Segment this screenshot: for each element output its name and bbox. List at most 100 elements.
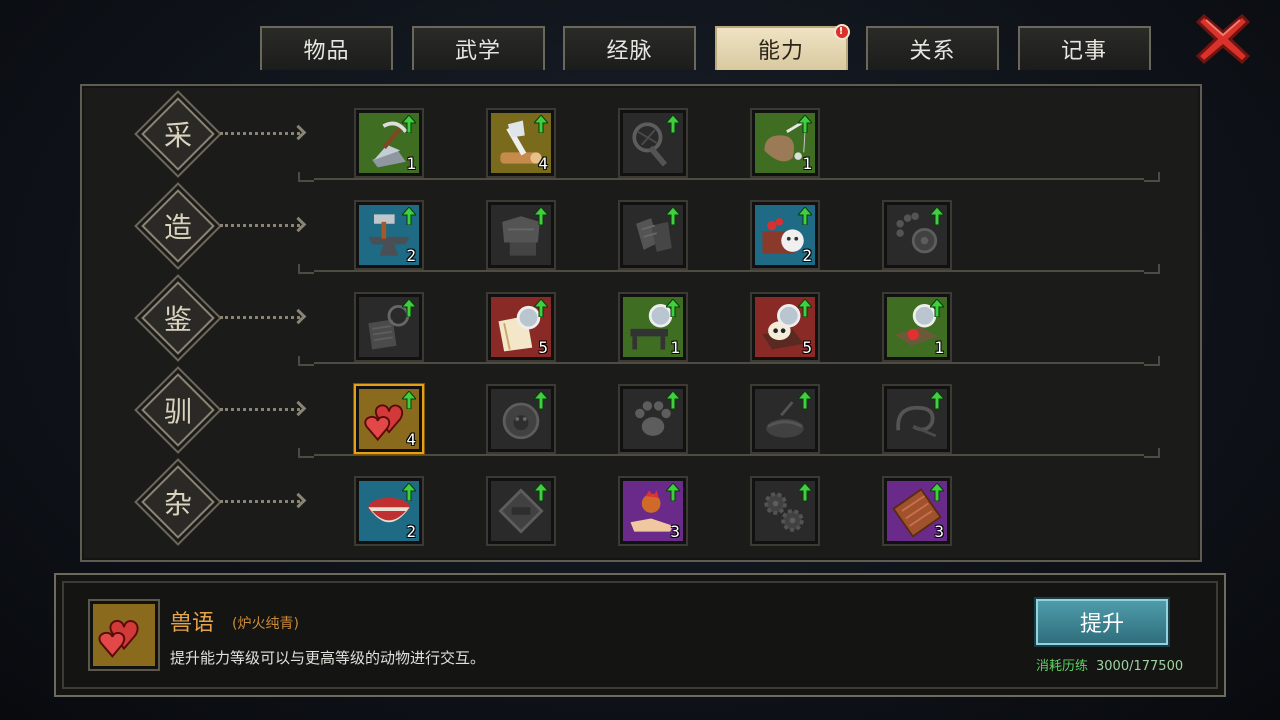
upgrade-arrow-icon — [928, 298, 946, 318]
upgrade-arrow-icon — [400, 114, 418, 134]
bench-magnifier-icon: 1 — [623, 297, 683, 357]
skill-level: 2 — [802, 246, 812, 265]
tab-label: 武学 — [454, 39, 501, 64]
mining-pickaxe-icon: 1 — [359, 113, 419, 173]
skill-level: 2 — [406, 246, 416, 265]
skill-slot[interactable] — [750, 476, 820, 546]
ability-row-3: 驯4 — [82, 368, 1200, 460]
skill-level: 1 — [934, 338, 944, 357]
tailoring-icon — [491, 205, 551, 265]
dotted-arrow — [220, 408, 300, 414]
upgrade-arrow-icon — [532, 482, 550, 502]
upgrade-arrow-icon — [796, 298, 814, 318]
tab-label: 能力 — [757, 39, 804, 64]
tab-label: 关系 — [909, 39, 956, 64]
skill-slot[interactable] — [486, 476, 556, 546]
chocolate-bar-icon: 3 — [887, 481, 947, 541]
tab-2[interactable]: 经脉 — [563, 26, 696, 70]
category-label: 造 — [163, 211, 192, 244]
category-badge: 造 — [141, 189, 215, 263]
skill-slot[interactable]: 3 — [882, 476, 952, 546]
skill-slot[interactable] — [618, 384, 688, 454]
skill-slot[interactable]: 3 — [618, 476, 688, 546]
bug-net-icon — [623, 113, 683, 173]
woodcutting-axe-icon: 4 — [491, 113, 551, 173]
skill-slot[interactable]: 4 — [486, 108, 556, 178]
category-label: 采 — [163, 119, 192, 152]
skill-level: 4 — [406, 430, 416, 449]
upgrade-button[interactable]: 提升 — [1036, 599, 1168, 645]
hearts-icon: 4 — [359, 389, 419, 449]
skill-slot[interactable]: 2 — [750, 200, 820, 270]
row-divider — [298, 356, 1160, 366]
dotted-arrow — [220, 132, 300, 138]
detail-skill-rank: (炉火纯青) — [232, 616, 299, 632]
upgrade-arrow-icon — [796, 390, 814, 410]
skill-slot[interactable]: 1 — [354, 108, 424, 178]
gloves-crafting-icon — [623, 205, 683, 265]
gem-magnifier-icon: 1 — [887, 297, 947, 357]
skill-slot[interactable] — [882, 200, 952, 270]
upgrade-arrow-icon — [796, 114, 814, 134]
fishing-rod-icon: 1 — [755, 113, 815, 173]
tab-3[interactable]: 能力! — [714, 24, 850, 70]
tab-1[interactable]: 武学 — [411, 26, 545, 70]
category-label: 杂 — [163, 487, 192, 520]
skull-magnifier-icon: 5 — [755, 297, 815, 357]
upgrade-arrow-icon — [664, 298, 682, 318]
tab-5[interactable]: 记事 — [1017, 26, 1151, 70]
category-label: 驯 — [163, 395, 192, 428]
skill-slot[interactable] — [486, 384, 556, 454]
skill-level: 1 — [670, 338, 680, 357]
anvil-hammer-icon: 2 — [359, 205, 419, 265]
skill-slot[interactable]: 1 — [618, 292, 688, 362]
cooking-box-icon: 2 — [755, 205, 815, 265]
skill-slot[interactable]: 1 — [882, 292, 952, 362]
upgrade-arrow-icon — [400, 390, 418, 410]
dotted-arrow — [220, 316, 300, 322]
skill-slot[interactable] — [750, 384, 820, 454]
tab-4[interactable]: 关系 — [866, 26, 999, 70]
skill-slot[interactable]: 2 — [354, 200, 424, 270]
skill-slot[interactable]: 1 — [750, 108, 820, 178]
skill-slot[interactable] — [618, 108, 688, 178]
skill-level: 5 — [538, 338, 548, 357]
beads-wheel-icon — [887, 205, 947, 265]
tab-label: 物品 — [303, 39, 350, 64]
upgrade-arrow-icon — [400, 298, 418, 318]
ability-panel: 采141造22鉴5151驯4杂233 — [80, 84, 1202, 562]
row-divider — [298, 448, 1160, 458]
whip-icon — [887, 389, 947, 449]
book-magnifier-icon: 5 — [491, 297, 551, 357]
skill-slot[interactable]: 5 — [750, 292, 820, 362]
skill-level: 4 — [538, 154, 548, 173]
upgrade-arrow-icon — [532, 298, 550, 318]
upgrade-arrow-icon — [796, 206, 814, 226]
skill-slot[interactable]: 5 — [486, 292, 556, 362]
tab-0[interactable]: 物品 — [260, 26, 393, 70]
paw-icon — [623, 389, 683, 449]
upgrade-arrow-icon — [532, 114, 550, 134]
skill-slot[interactable]: 2 — [354, 476, 424, 546]
upgrade-arrow-icon — [532, 390, 550, 410]
skill-slot[interactable]: 4 — [354, 384, 424, 454]
upgrade-arrow-icon — [928, 206, 946, 226]
skill-slot[interactable] — [486, 200, 556, 270]
category-badge: 采 — [141, 97, 215, 171]
scroll-magnifier-icon — [359, 297, 419, 357]
upgrade-arrow-icon — [664, 482, 682, 502]
upgrade-arrow-icon — [796, 482, 814, 502]
category-label: 鉴 — [163, 303, 192, 336]
skill-level: 3 — [934, 522, 944, 541]
skill-slot[interactable] — [354, 292, 424, 362]
teacup-icon: 2 — [359, 481, 419, 541]
skill-slot[interactable] — [618, 200, 688, 270]
tab-label: 记事 — [1060, 39, 1107, 64]
close-button[interactable] — [1195, 12, 1251, 66]
skill-slot[interactable] — [882, 384, 952, 454]
category-badge: 驯 — [141, 373, 215, 447]
skill-level: 3 — [670, 522, 680, 541]
hand-rooster-icon: 3 — [623, 481, 683, 541]
disc-tool-icon — [491, 481, 551, 541]
dotted-arrow — [220, 500, 300, 506]
